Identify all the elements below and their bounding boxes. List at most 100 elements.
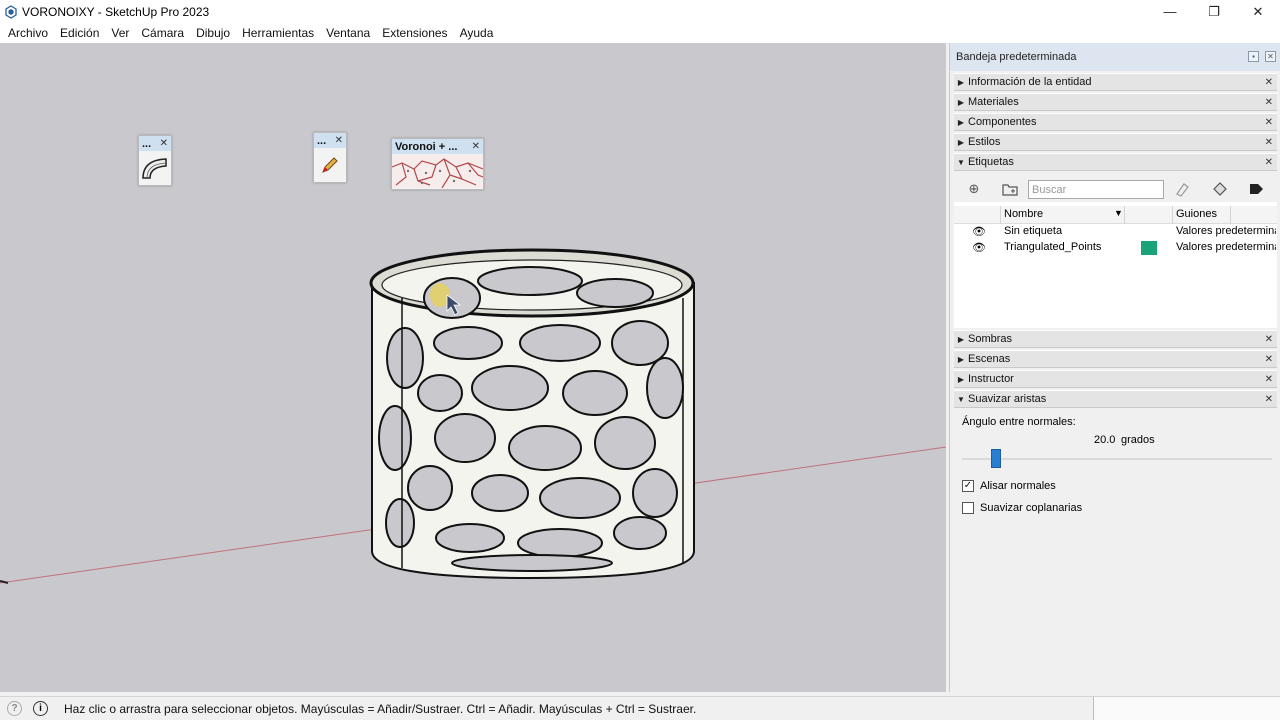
pin-icon[interactable]: ▪ bbox=[1248, 51, 1259, 62]
triangle-right-icon: ▶ bbox=[957, 137, 965, 147]
close-icon[interactable]: ✕ bbox=[472, 141, 480, 152]
close-icon[interactable]: ✕ bbox=[160, 138, 168, 149]
tags-search-input[interactable] bbox=[1028, 180, 1164, 199]
close-icon[interactable]: ✕ bbox=[1265, 334, 1273, 345]
measurements-box[interactable] bbox=[1093, 697, 1280, 720]
sketchup-logo-icon bbox=[5, 4, 17, 19]
close-icon[interactable]: ✕ bbox=[1265, 374, 1273, 385]
panel-label: Etiquetas bbox=[968, 156, 1014, 168]
voronoi-cylinder[interactable] bbox=[369, 248, 695, 580]
close-icon[interactable]: ✕ bbox=[1265, 97, 1273, 108]
voronoi-icon[interactable] bbox=[392, 155, 483, 188]
tag-color-swatch[interactable] bbox=[1141, 241, 1157, 255]
menu-edicion[interactable]: Edición bbox=[54, 23, 105, 43]
panel-label: Escenas bbox=[968, 353, 1011, 365]
triangle-right-icon: ▶ bbox=[957, 97, 965, 107]
toolbar-title: ... bbox=[142, 137, 152, 150]
menu-camara[interactable]: Cámara bbox=[135, 23, 190, 43]
close-icon[interactable]: ✕ bbox=[1265, 137, 1273, 148]
minimize-button[interactable]: — bbox=[1148, 0, 1192, 23]
panel-scenes[interactable]: ▶ Escenas ✕ bbox=[954, 350, 1277, 368]
angle-value: 20.0 bbox=[1094, 434, 1116, 446]
bend-icon[interactable] bbox=[140, 154, 170, 182]
tag-name: Sin etiqueta bbox=[1004, 225, 1063, 237]
toolbar-title: Voronoi + ... bbox=[395, 140, 458, 153]
panel-label: Instructor bbox=[968, 373, 1014, 385]
geolocation-icon[interactable]: ? bbox=[7, 701, 22, 716]
tag-dashes[interactable]: Valores predetermina bbox=[1176, 225, 1276, 237]
smooth-normals-label: Alisar normales bbox=[980, 480, 1056, 492]
floating-toolbar-bend[interactable]: ... ✕ bbox=[138, 135, 172, 186]
add-tag-icon[interactable]: ⊕ bbox=[966, 181, 982, 197]
menu-herramientas[interactable]: Herramientas bbox=[236, 23, 320, 43]
tags-panel: ⊕ Nombre ▼ Guiones bbox=[954, 176, 1277, 328]
panel-label: Materiales bbox=[968, 96, 1019, 108]
menu-ver[interactable]: Ver bbox=[105, 23, 135, 43]
menu-dibujo[interactable]: Dibujo bbox=[190, 23, 236, 43]
close-icon[interactable]: ✕ bbox=[1265, 354, 1273, 365]
eye-icon[interactable]: 👁 bbox=[972, 241, 986, 254]
menu-extensiones[interactable]: Extensiones bbox=[376, 23, 453, 43]
panel-shadows[interactable]: ▶ Sombras ✕ bbox=[954, 330, 1277, 348]
panel-materials[interactable]: ▶ Materiales ✕ bbox=[954, 93, 1277, 111]
status-message: Haz clic o arrastra para seleccionar obj… bbox=[64, 702, 697, 716]
close-icon[interactable]: ✕ bbox=[335, 135, 343, 146]
column-dashes-header[interactable]: Guiones bbox=[1176, 208, 1217, 220]
floating-toolbar-voronoi[interactable]: Voronoi + ... ✕ bbox=[391, 138, 484, 190]
triangle-down-icon: ▼ bbox=[957, 157, 965, 167]
table-row[interactable]: 👁 Triangulated_Points Valores predetermi… bbox=[954, 240, 1277, 256]
window-title: VORONOIXY - SketchUp Pro 2023 bbox=[22, 4, 210, 19]
close-icon[interactable]: ✕ bbox=[1265, 117, 1273, 128]
triangle-right-icon: ▶ bbox=[957, 354, 965, 364]
toolbar-title: ... bbox=[317, 134, 327, 147]
pencil-icon[interactable] bbox=[319, 154, 341, 176]
table-row[interactable]: 👁 Sin etiqueta Valores predetermina bbox=[954, 224, 1277, 240]
eraser-icon[interactable] bbox=[1174, 181, 1190, 197]
smooth-normals-option[interactable]: ✓ Alisar normales bbox=[962, 480, 1056, 492]
menu-bar: Archivo Edición Ver Cámara Dibujo Herram… bbox=[0, 23, 1280, 43]
panel-entity-info[interactable]: ▶ Información de la entidad ✕ bbox=[954, 73, 1277, 91]
status-bar: ? i Haz clic o arrastra para seleccionar… bbox=[0, 696, 1280, 720]
close-icon[interactable]: ✕ bbox=[1265, 77, 1273, 88]
eye-icon[interactable]: 👁 bbox=[972, 225, 986, 238]
panel-tags[interactable]: ▼ Etiquetas ✕ bbox=[954, 153, 1277, 171]
drawing-viewport[interactable]: ... ✕ ... ✕ Voronoi + ... ✕ bbox=[0, 43, 946, 692]
close-icon[interactable]: ✕ bbox=[1265, 394, 1273, 405]
triangle-right-icon: ▶ bbox=[957, 334, 965, 344]
menu-archivo[interactable]: Archivo bbox=[2, 23, 54, 43]
floating-toolbar-pencil[interactable]: ... ✕ bbox=[313, 132, 347, 183]
panel-label: Estilos bbox=[968, 136, 1001, 148]
info-icon[interactable]: i bbox=[33, 701, 48, 716]
panel-label: Componentes bbox=[968, 116, 1037, 128]
soften-coplanar-checkbox[interactable] bbox=[962, 502, 974, 514]
tray-title: Bandeja predeterminada bbox=[956, 51, 1077, 63]
tags-toolbar: ⊕ bbox=[954, 176, 1277, 202]
angle-slider-track[interactable] bbox=[962, 458, 1272, 460]
column-name-header[interactable]: Nombre bbox=[1004, 208, 1043, 220]
chevron-down-icon[interactable]: ▼ bbox=[1114, 208, 1123, 218]
panel-soften-edges[interactable]: ▼ Suavizar aristas ✕ bbox=[954, 390, 1277, 408]
soften-coplanar-option[interactable]: Suavizar coplanarias bbox=[962, 502, 1082, 514]
details-arrow-icon[interactable] bbox=[1248, 181, 1264, 197]
panel-label: Información de la entidad bbox=[968, 76, 1092, 88]
add-folder-icon[interactable] bbox=[1002, 181, 1018, 197]
angle-slider-thumb[interactable] bbox=[991, 449, 1002, 468]
tag-color-icon[interactable] bbox=[1212, 181, 1228, 197]
tag-dashes[interactable]: Valores predetermina bbox=[1176, 241, 1276, 253]
triangle-down-icon: ▼ bbox=[957, 394, 965, 404]
panel-label: Suavizar aristas bbox=[968, 393, 1047, 405]
tags-table: Nombre ▼ Guiones 👁 Sin etiqueta Valores … bbox=[954, 206, 1277, 256]
close-button[interactable]: ✕ bbox=[1236, 0, 1280, 23]
menu-ayuda[interactable]: Ayuda bbox=[454, 23, 500, 43]
panel-instructor[interactable]: ▶ Instructor ✕ bbox=[954, 370, 1277, 388]
close-icon[interactable]: ✕ bbox=[1265, 157, 1273, 168]
panel-components[interactable]: ▶ Componentes ✕ bbox=[954, 113, 1277, 131]
soften-coplanar-label: Suavizar coplanarias bbox=[980, 502, 1083, 514]
maximize-button[interactable]: ❐ bbox=[1192, 0, 1236, 23]
panel-styles[interactable]: ▶ Estilos ✕ bbox=[954, 133, 1277, 151]
triangle-right-icon: ▶ bbox=[957, 374, 965, 384]
close-icon[interactable]: ✕ bbox=[1265, 51, 1276, 62]
menu-ventana[interactable]: Ventana bbox=[320, 23, 376, 43]
smooth-normals-checkbox[interactable]: ✓ bbox=[962, 480, 974, 492]
title-bar: VORONOIXY - SketchUp Pro 2023 — ❐ ✕ bbox=[0, 0, 1280, 23]
